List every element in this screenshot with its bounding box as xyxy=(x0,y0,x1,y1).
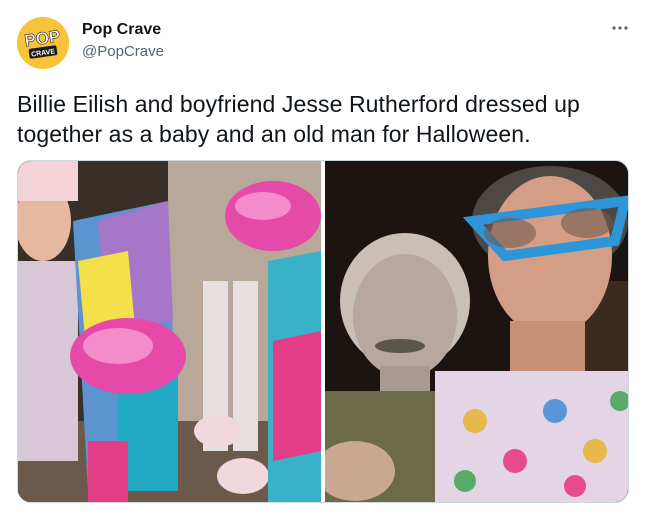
avatar[interactable]: POP CRAVE xyxy=(17,17,69,69)
media-grid xyxy=(17,160,629,503)
pop-crave-logo: POP CRAVE xyxy=(17,17,69,69)
display-name[interactable]: Pop Crave xyxy=(82,21,161,39)
photo-left[interactable] xyxy=(18,161,321,502)
photo-right[interactable] xyxy=(325,161,628,502)
tweet-card[interactable]: POP CRAVE Pop Crave @PopCrave Billie Eil… xyxy=(0,0,648,515)
more-horizontal-icon[interactable] xyxy=(610,20,630,36)
user-handle[interactable]: @PopCrave xyxy=(82,43,164,60)
tweet-text: Billie Eilish and boyfriend Jesse Ruther… xyxy=(17,91,580,147)
